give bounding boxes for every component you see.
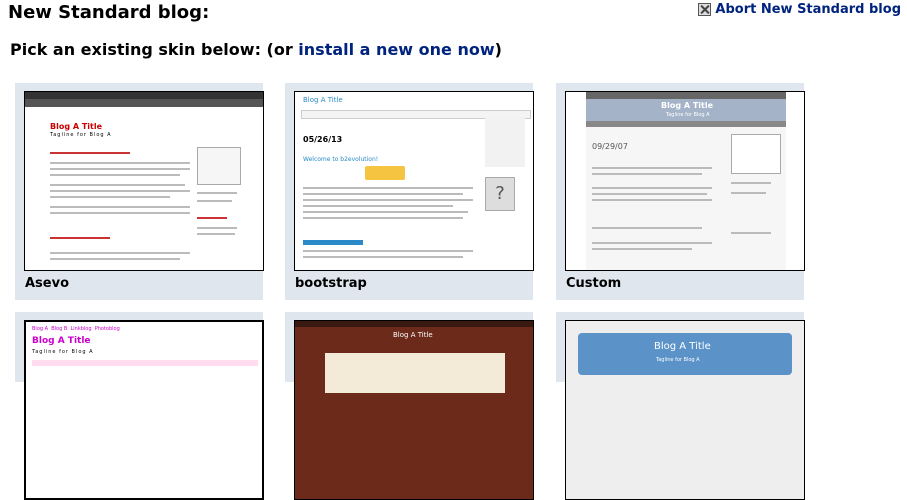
preview-nav <box>25 99 263 107</box>
preview-heading-bar <box>50 237 110 239</box>
preview-text-line <box>592 248 692 250</box>
preview-text-line <box>50 168 190 170</box>
preview-heading: Welcome to b2evolution! <box>303 156 379 163</box>
preview-logo <box>365 166 405 180</box>
preview-text-line <box>303 205 453 207</box>
preview-text-line <box>197 200 232 202</box>
preview-title: Blog A Title <box>393 331 433 339</box>
skin-card-custom[interactable]: Blog A Title Tagline for Blog A 09/29/07… <box>556 83 805 300</box>
skin-preview-4[interactable]: Blog A Blog B Linkblog Photoblog Blog A … <box>24 320 264 500</box>
preview-tagline: Tagline for Blog A <box>32 349 94 355</box>
preview-text-line <box>592 173 702 175</box>
preview-tagline: Tagline for Blog A <box>50 132 112 138</box>
preview-text-line <box>592 187 712 189</box>
preview-nav: Blog A Blog B Linkblog Photoblog <box>32 326 120 332</box>
preview-topbar <box>586 92 786 99</box>
install-skin-link[interactable]: install a new one now <box>298 40 494 59</box>
skin-preview-asevo[interactable]: Blog A Title Tagline for Blog A <box>24 91 264 271</box>
preview-heading-bar <box>50 152 130 154</box>
preview-date: 05/26/13 <box>303 135 343 144</box>
preview-tagline: Tagline for Blog A <box>656 357 700 363</box>
preview-text-line <box>303 199 473 201</box>
preview-content <box>325 353 505 393</box>
preview-nav <box>586 121 786 127</box>
page-title: New Standard blog: <box>8 2 210 23</box>
skin-preview-custom[interactable]: Blog A Title Tagline for Blog A 09/29/07 <box>565 91 805 271</box>
preview-topbar <box>295 321 533 327</box>
preview-text-line <box>50 252 190 254</box>
preview-text-line <box>50 162 190 164</box>
preview-title: Blog A Title <box>654 341 711 352</box>
preview-text-line <box>50 206 190 208</box>
preview-text-line <box>50 190 190 192</box>
preview-tagline: Tagline for Blog A <box>666 112 710 118</box>
abort-label: Abort New Standard blog <box>715 2 901 17</box>
skin-card-asevo[interactable]: Blog A Title Tagline for Blog A Asevo <box>15 83 264 300</box>
skin-preview-5[interactable]: Blog A Title <box>294 320 534 500</box>
preview-calendar <box>731 134 781 174</box>
skin-preview-bootstrap[interactable]: Blog A Title 05/26/13 Welcome to b2evolu… <box>294 91 534 271</box>
preview-heading-bar <box>303 240 363 245</box>
preview-text-line <box>197 192 237 194</box>
preview-header <box>578 333 792 375</box>
preview-text-line <box>303 193 463 195</box>
preview-text-line <box>731 232 771 234</box>
preview-text-line <box>303 211 468 213</box>
preview-topbar <box>25 92 263 99</box>
preview-text-line <box>731 182 771 184</box>
preview-text-line <box>303 187 473 189</box>
preview-text-line <box>197 227 237 229</box>
skin-preview-6[interactable]: Blog A Title Tagline for Blog A <box>565 320 805 500</box>
preview-text-line <box>197 233 235 235</box>
preview-menu <box>32 360 258 366</box>
preview-text-line <box>592 167 712 169</box>
abort-link[interactable]: Abort New Standard blog <box>698 2 901 17</box>
skin-card-bootstrap[interactable]: Blog A Title 05/26/13 Welcome to b2evolu… <box>285 83 534 300</box>
preview-text-line <box>303 250 473 252</box>
preview-text-line <box>303 256 463 258</box>
preview-text-line <box>50 174 180 176</box>
preview-text-line <box>50 196 170 198</box>
preview-title: Blog A Title <box>50 122 103 131</box>
preview-text-line <box>592 199 712 201</box>
preview-text-line <box>592 193 707 195</box>
preview-image-placeholder: ? <box>485 177 515 211</box>
preview-title: Blog A Title <box>661 101 714 110</box>
preview-title: Blog A Title <box>303 96 343 104</box>
preview-date: 09/29/07 <box>592 142 628 151</box>
skin-name: Asevo <box>25 276 70 291</box>
preview-heading-bar <box>197 217 227 219</box>
preview-text-line <box>303 217 463 219</box>
skin-name: Custom <box>566 276 622 291</box>
preview-text-line <box>731 192 766 194</box>
skin-card-6[interactable]: Blog A Title Tagline for Blog A <box>556 312 805 500</box>
preview-text-line <box>592 227 702 229</box>
skin-card-4[interactable]: Blog A Blog B Linkblog Photoblog Blog A … <box>15 312 264 500</box>
close-icon <box>698 3 712 16</box>
preview-text-line <box>50 212 190 214</box>
skin-card-5[interactable]: Blog A Title <box>285 312 534 500</box>
preview-text-line <box>50 184 185 186</box>
pick-skin-prompt: Pick an existing skin below: (or install… <box>10 40 502 59</box>
preview-title: Blog A Title <box>32 336 91 346</box>
preview-text-line <box>50 258 180 260</box>
prompt-suffix: ) <box>494 40 502 59</box>
skin-name: bootstrap <box>295 276 367 291</box>
prompt-prefix: Pick an existing skin below: (or <box>10 40 299 59</box>
preview-sidebar <box>485 117 525 167</box>
preview-text-line <box>592 242 712 244</box>
preview-calendar <box>197 147 241 185</box>
